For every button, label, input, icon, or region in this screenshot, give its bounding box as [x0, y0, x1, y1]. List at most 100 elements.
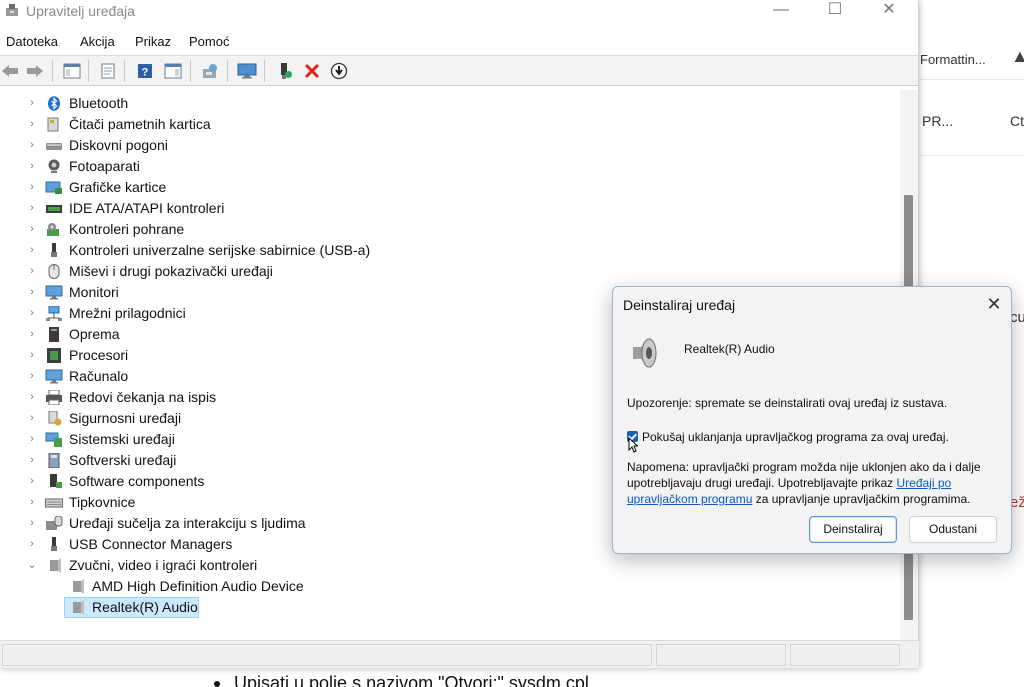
enable-device-icon[interactable] [275, 61, 295, 81]
device-name: Realtek(R) Audio [684, 342, 775, 356]
chevron-right-icon[interactable]: › [27, 303, 37, 324]
chevron-right-icon[interactable]: › [27, 408, 37, 429]
system-device-icon [45, 432, 62, 447]
tree-item-mice[interactable]: › Miševi i drugi pokazivački uređaji [0, 261, 900, 282]
remove-driver-checkbox-label[interactable]: Pokušaj uklanjanja upravljačkog programa… [642, 430, 949, 444]
security-device-icon [48, 411, 62, 426]
chevron-right-icon[interactable]: › [27, 324, 37, 345]
tree-item-disk-drives[interactable]: › Diskovni pogoni [0, 135, 900, 156]
chevron-right-icon[interactable]: › [27, 534, 37, 555]
chevron-right-icon[interactable]: › [27, 492, 37, 513]
tree-item-label: Software components [69, 473, 205, 489]
scan-hardware-icon[interactable] [200, 61, 220, 81]
update-driver-icon[interactable] [237, 61, 257, 81]
chevron-right-icon[interactable]: › [27, 93, 37, 114]
properties-icon[interactable] [98, 61, 118, 81]
background-fragment2: ež [1010, 494, 1024, 511]
menu-view[interactable]: Prikaz [135, 34, 171, 49]
title-bar[interactable]: Upravitelj uređaja — ☐ ✕ [0, 0, 918, 26]
chevron-right-icon[interactable]: › [27, 282, 37, 303]
toolbar-separator [264, 60, 265, 82]
toolbar-separator [124, 60, 125, 82]
tree-item-label: Diskovni pogoni [69, 137, 168, 153]
disable-device-icon[interactable] [329, 61, 349, 81]
tree-child-amd-audio[interactable]: AMD High Definition Audio Device [0, 576, 900, 597]
format-painter-icon[interactable]: ▲ [1011, 46, 1024, 67]
chevron-right-icon[interactable]: › [27, 366, 37, 387]
cancel-button[interactable]: Odustani [909, 516, 997, 543]
chevron-right-icon[interactable]: › [27, 261, 37, 282]
menu-action[interactable]: Akcija [80, 34, 115, 49]
tree-item-ide-controllers[interactable]: › IDE ATA/ATAPI kontroleri [0, 198, 900, 219]
toolbar-separator [190, 60, 191, 82]
display-adapter-icon [45, 181, 62, 194]
menu-file[interactable]: Datoteka [6, 34, 58, 49]
chevron-right-icon[interactable]: › [27, 429, 37, 450]
tree-item-label: Uređaji sučelja za interakciju s ljudima [69, 515, 306, 531]
chevron-right-icon[interactable]: › [27, 135, 37, 156]
chevron-right-icon[interactable]: › [27, 387, 37, 408]
tree-item-cameras[interactable]: › Fotoaparati [0, 156, 900, 177]
tree-item-sound-video-game-controllers[interactable]: ⌄ Zvučni, video i igraći kontroleri [0, 555, 900, 576]
chevron-right-icon[interactable]: › [27, 345, 37, 366]
toolbar: ? [0, 56, 918, 86]
disk-drive-icon [46, 143, 62, 150]
hid-device-icon [46, 516, 63, 530]
tree-item-bluetooth[interactable]: › Bluetooth [0, 93, 900, 114]
show-hide-console-tree-icon[interactable] [62, 61, 82, 81]
chevron-right-icon[interactable]: › [27, 219, 37, 240]
note-text: Napomena: upravljački program možda nije… [627, 459, 997, 507]
chevron-right-icon[interactable]: › [27, 156, 37, 177]
warning-text: Upozorenje: spremate se deinstalirati ov… [627, 396, 948, 410]
firmware-icon [49, 327, 59, 342]
minimize-button[interactable]: — [758, 0, 804, 22]
tree-item-label: Realtek(R) Audio [92, 599, 198, 615]
software-device-icon [48, 453, 60, 468]
uninstall-device-icon[interactable] [302, 61, 322, 81]
speaker-icon [50, 558, 61, 573]
back-arrow-icon[interactable] [0, 61, 20, 81]
ide-controller-icon [46, 205, 62, 213]
background-fragment1: cu [1010, 309, 1024, 326]
action-pane-icon[interactable] [163, 61, 183, 81]
speaker-icon [73, 579, 84, 594]
chevron-right-icon[interactable]: › [27, 177, 37, 198]
uninstall-device-dialog: Deinstaliraj uređaj ✕ Realtek(R) Audio U… [612, 286, 1012, 554]
tree-item-smart-card-readers[interactable]: › Čitači pametnih kartica [0, 114, 900, 135]
close-button[interactable]: ✕ [866, 0, 912, 22]
tree-item-label: Kontroleri univerzalne serijske sabirnic… [69, 242, 371, 258]
uninstall-button[interactable]: Deinstaliraj [809, 516, 897, 543]
chevron-right-icon[interactable]: › [27, 450, 37, 471]
bluetooth-icon [48, 96, 60, 111]
camera-icon [48, 159, 60, 173]
tree-item-display-adapters[interactable]: › Grafičke kartice [0, 177, 900, 198]
toolbar-separator [227, 60, 228, 82]
computer-icon [45, 369, 63, 384]
usb-icon [51, 243, 57, 257]
chevron-right-icon[interactable]: › [27, 513, 37, 534]
tree-child-realtek-audio[interactable]: Realtek(R) Audio [0, 597, 900, 618]
menu-bar: Datoteka Akcija Prikaz Pomoć [0, 26, 918, 56]
tree-item-label: Fotoaparati [69, 158, 140, 174]
smart-card-reader-icon [47, 117, 59, 132]
forward-arrow-icon[interactable] [25, 61, 45, 81]
status-bar [0, 640, 919, 668]
status-cell [790, 644, 900, 666]
chevron-right-icon[interactable]: › [27, 240, 37, 261]
tree-item-label: Monitori [69, 284, 119, 300]
window-title: Upravitelj uređaja [26, 3, 135, 19]
menu-help[interactable]: Pomoć [189, 34, 229, 49]
tree-item-usb-controllers[interactable]: › Kontroleri univerzalne serijske sabirn… [0, 240, 900, 261]
dialog-close-button[interactable]: ✕ [979, 291, 1009, 317]
tree-item-label: Bluetooth [69, 95, 129, 111]
status-cell [656, 644, 786, 666]
help-icon[interactable]: ? [135, 61, 155, 81]
maximize-button[interactable]: ☐ [812, 0, 858, 22]
tree-item-storage-controllers[interactable]: › Kontroleri pohrane [0, 219, 900, 240]
device-manager-app-icon [6, 4, 18, 16]
chevron-right-icon[interactable]: › [27, 114, 37, 135]
chevron-right-icon[interactable]: › [27, 198, 37, 219]
tree-item-label: IDE ATA/ATAPI kontroleri [69, 200, 225, 216]
chevron-down-icon[interactable]: ⌄ [27, 555, 37, 576]
chevron-right-icon[interactable]: › [27, 471, 37, 492]
